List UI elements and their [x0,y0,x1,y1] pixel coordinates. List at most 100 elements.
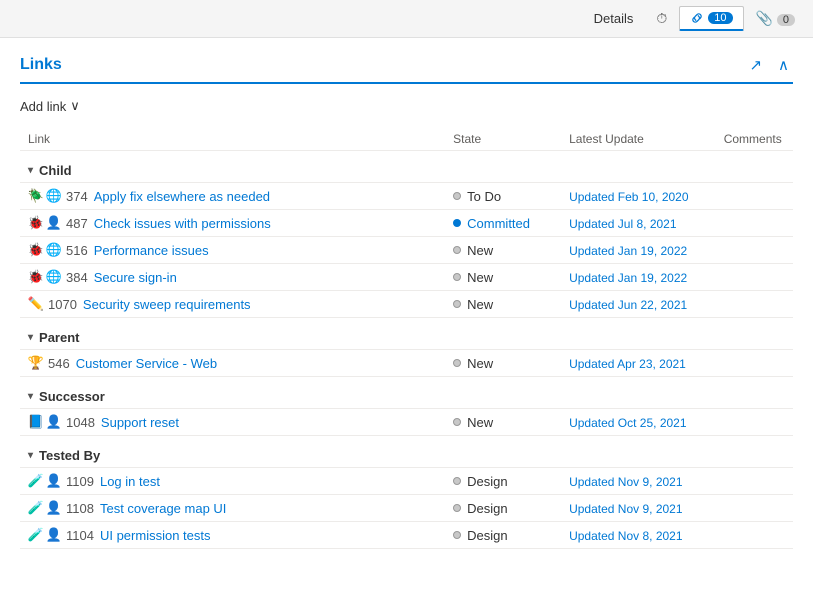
comments-cell [716,183,793,210]
comments-cell [716,350,793,377]
update-text: Updated Apr 23, 2021 [569,357,686,371]
update-text: Updated Jun 22, 2021 [569,298,687,312]
item-title-link[interactable]: Log in test [100,474,160,489]
item-type-icon: 🪲 [28,188,44,204]
state-label: New [467,270,493,285]
update-cell: Updated Feb 10, 2020 [561,183,716,210]
links-tab[interactable]: 10 [679,6,743,31]
comments-cell [716,237,793,264]
icon-group: 🐞🌐 [28,242,62,258]
table-row: 📘👤 1048 Support reset New Updated Oct 25… [20,409,793,436]
state-cell: New [445,291,561,318]
group-cell: ▾ Tested By [20,436,793,468]
group-chevron: ▾ [28,165,33,176]
item-type-icon: ✏️ [28,296,44,312]
item-title-link[interactable]: Support reset [101,415,179,430]
state-label: Design [467,501,507,516]
item-type-icon: 🧪 [28,473,44,489]
comments-cell [716,210,793,237]
history-tab[interactable]: ⏱ [650,6,673,31]
table-row: 🐞👤 487 Check issues with permissions Com… [20,210,793,237]
links-table: Link State Latest Update Comments ▾ Chil… [20,128,793,549]
item-type-icon: 🐞 [28,215,44,231]
item-type-icon: 👤 [46,500,62,516]
state-cell: New [445,264,561,291]
collapse-icon: ∧ [778,57,789,74]
item-title-link[interactable]: Check issues with permissions [94,216,271,231]
link-cell: 🏆 546 Customer Service - Web [20,350,445,377]
group-toggle-tested by[interactable]: ▾ Tested By [28,448,100,463]
expand-button[interactable]: ↗ [745,54,766,76]
group-name: Successor [39,389,105,404]
add-link-row: Add link ∨ [20,96,793,116]
state-dot [453,418,461,426]
state-label: Design [467,474,507,489]
group-name: Tested By [39,448,100,463]
item-id: 1070 [48,297,77,312]
icon-group: 🐞🌐 [28,269,62,285]
state-cell: New [445,237,561,264]
group-toggle-successor[interactable]: ▾ Successor [28,389,105,404]
item-title-link[interactable]: Apply fix elsewhere as needed [94,189,270,204]
item-type-icon: 🧪 [28,527,44,543]
item-type-icon: 👤 [46,414,62,430]
state-cell: Design [445,522,561,549]
state-dot [453,477,461,485]
state-cell: New [445,350,561,377]
link-cell: 🧪👤 1108 Test coverage map UI [20,495,445,522]
item-title-link[interactable]: Customer Service - Web [76,356,217,371]
group-chevron: ▾ [28,391,33,402]
group-toggle-child[interactable]: ▾ Child [28,163,72,178]
top-bar: Details ⏱ 10 📎 0 [0,0,813,38]
link-cell: 🐞🌐 384 Secure sign-in [20,264,445,291]
update-text: Updated Jul 8, 2021 [569,217,676,231]
update-cell: Updated Jan 19, 2022 [561,237,716,264]
update-text: Updated Nov 8, 2021 [569,529,682,543]
expand-icon: ↗ [749,57,762,74]
group-row: ▾ Parent [20,318,793,350]
link-cell: 🐞👤 487 Check issues with permissions [20,210,445,237]
group-name: Child [39,163,72,178]
table-row: 🧪👤 1104 UI permission tests Design Updat… [20,522,793,549]
item-title-link[interactable]: Security sweep requirements [83,297,251,312]
item-id: 1108 [66,501,94,516]
link-cell: 🐞🌐 516 Performance issues [20,237,445,264]
state-cell: Design [445,495,561,522]
table-row: 🏆 546 Customer Service - Web New Updated… [20,350,793,377]
state-dot [453,219,461,227]
update-text: Updated Oct 25, 2021 [569,416,686,430]
group-chevron: ▾ [28,332,33,343]
comments-cell [716,264,793,291]
details-tab[interactable]: Details [583,6,645,31]
group-row: ▾ Child [20,151,793,183]
item-title-link[interactable]: UI permission tests [100,528,211,543]
link-cell: ✏️ 1070 Security sweep requirements [20,291,445,318]
item-type-icon: 🏆 [28,355,44,371]
comments-cell [716,409,793,436]
links-title: Links [20,56,62,74]
comments-cell [716,522,793,549]
item-title-link[interactable]: Test coverage map UI [100,501,226,516]
state-dot [453,531,461,539]
update-cell: Updated Oct 25, 2021 [561,409,716,436]
attachment-tab[interactable]: 📎 0 [750,6,801,31]
collapse-button[interactable]: ∧ [774,54,793,76]
state-label: Design [467,528,507,543]
table-row: 🧪👤 1108 Test coverage map UI Design Upda… [20,495,793,522]
table-row: 🪲🌐 374 Apply fix elsewhere as needed To … [20,183,793,210]
state-cell: Design [445,468,561,495]
item-id: 1048 [66,415,95,430]
add-link-button[interactable]: Add link ∨ [20,96,80,116]
header-actions: ↗ ∧ [745,54,793,76]
state-cell: To Do [445,183,561,210]
comments-cell [716,468,793,495]
state-dot [453,246,461,254]
group-toggle-parent[interactable]: ▾ Parent [28,330,80,345]
item-title-link[interactable]: Performance issues [94,243,209,258]
history-icon: ⏱ [656,10,667,26]
state-label: Committed [467,216,530,231]
item-title-link[interactable]: Secure sign-in [94,270,177,285]
comments-cell [716,495,793,522]
state-label: New [467,243,493,258]
item-type-icon: 🐞 [28,242,44,258]
